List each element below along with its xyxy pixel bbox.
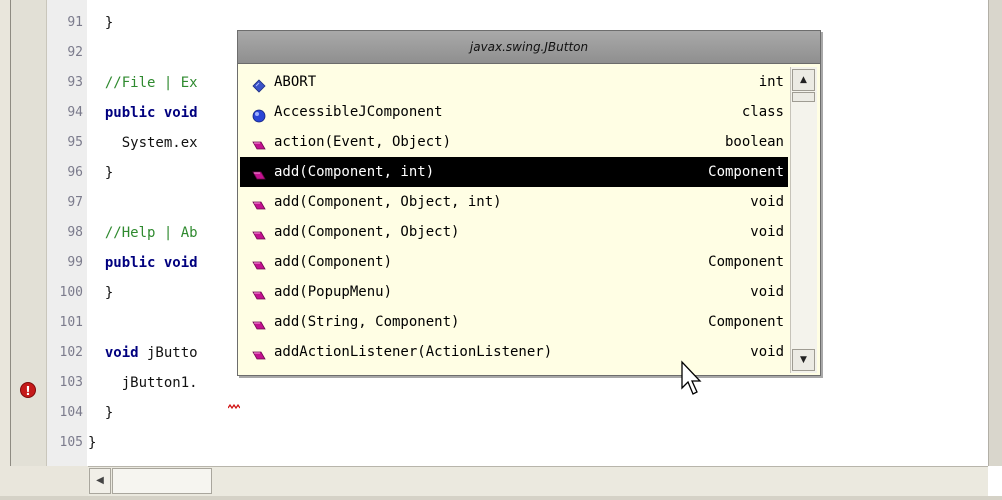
method-icon [252, 164, 266, 180]
completion-item-name: action(Event, Object) [274, 134, 452, 150]
code-token: } [88, 285, 114, 301]
vertical-scroll-thumb[interactable] [792, 92, 815, 102]
completion-item[interactable]: add(Component, Object, int) void [240, 187, 788, 217]
code-line[interactable]: void jButto [88, 338, 198, 368]
code-line[interactable]: //Help | Ab [88, 218, 198, 248]
completion-item-type: void [750, 344, 784, 360]
line-number: 103 [59, 375, 83, 390]
completion-item-type: void [750, 224, 784, 240]
code-token: } [88, 435, 97, 451]
code-token: jButton1. [88, 375, 198, 391]
mouse-pointer-icon [681, 360, 702, 395]
completion-item[interactable]: ABORT int [240, 67, 788, 97]
line-number: 99 [67, 255, 83, 270]
completion-item-name: addActionListener(ActionListener) [274, 344, 553, 360]
method-icon [252, 224, 266, 240]
completion-item-type: Component [708, 164, 784, 180]
completion-item-type: Component [708, 314, 784, 330]
code-token: public void [88, 105, 198, 121]
code-completion-popup[interactable]: javax.swing.JButton ABORT int AccessibleJC… [237, 30, 821, 376]
code-line[interactable]: public void [88, 248, 198, 278]
method-icon [252, 344, 266, 360]
method-icon [252, 194, 266, 210]
popup-title: javax.swing.JButton [238, 31, 820, 64]
code-token: //Help | Ab [88, 225, 198, 241]
line-number: 101 [59, 315, 83, 330]
completion-item-name: add(Component) [274, 254, 393, 270]
completion-item-type: boolean [724, 134, 784, 150]
completion-item[interactable]: AccessibleJComponent class [240, 97, 788, 127]
method-icon [252, 134, 266, 150]
completion-item-type: int [758, 74, 784, 90]
line-number: 97 [67, 195, 83, 210]
completion-item-name: add(Component, int) [274, 164, 435, 180]
horizontal-scrollbar[interactable]: ◀ [88, 466, 988, 497]
completion-item-type: void [750, 194, 784, 210]
scroll-left-button[interactable]: ◀ [89, 468, 111, 494]
completion-item[interactable]: addActionListener(ActionListener) void [240, 337, 788, 367]
line-number: 92 [67, 45, 83, 60]
completion-list[interactable]: ABORT int AccessibleJComponent class action(… [240, 67, 788, 373]
bottom-left-corner [0, 466, 88, 500]
line-number: 104 [59, 405, 83, 420]
code-line[interactable]: } [88, 158, 113, 188]
line-number: 102 [59, 345, 83, 360]
line-number: 105 [59, 435, 83, 450]
completion-item[interactable]: add(PopupMenu) void [240, 277, 788, 307]
completion-item-type: Component [708, 254, 784, 270]
editor-right-border [988, 0, 1002, 466]
line-number: 95 [67, 135, 83, 150]
method-icon [252, 284, 266, 300]
scroll-up-button[interactable]: ▲ [792, 69, 815, 91]
method-icon [252, 254, 266, 270]
completion-item[interactable]: add(String, Component) Component [240, 307, 788, 337]
completion-item-name: ABORT [274, 74, 317, 90]
completion-item-type: class [741, 104, 784, 120]
code-token: } [88, 165, 114, 181]
class-icon [252, 104, 266, 123]
completion-item-type: void [750, 284, 784, 300]
field-icon [252, 74, 266, 93]
line-number: 98 [67, 225, 83, 240]
completion-item[interactable]: action(Event, Object) boolean [240, 127, 788, 157]
completion-item[interactable]: add(Component, Object) void [240, 217, 788, 247]
horizontal-scroll-thumb[interactable] [112, 468, 212, 494]
code-token: System.ex [88, 135, 198, 151]
completion-item-name: add(String, Component) [274, 314, 460, 330]
code-line[interactable]: System.ex [88, 128, 198, 158]
code-token: public void [88, 255, 198, 271]
error-squiggle [228, 404, 240, 410]
line-number: 91 [67, 15, 83, 30]
line-number: 93 [67, 75, 83, 90]
completion-item-name: add(PopupMenu) [274, 284, 393, 300]
line-number: 100 [59, 285, 83, 300]
bottom-divider [0, 496, 1002, 500]
code-line[interactable]: jButton1. [88, 368, 198, 398]
editor-left-strip [0, 0, 11, 466]
code-line[interactable]: } [88, 278, 113, 308]
code-token: //File | Ex [88, 75, 198, 91]
code-token: } [88, 15, 114, 31]
line-number: 96 [67, 165, 83, 180]
code-line[interactable]: } [88, 398, 113, 428]
code-token: jButto [138, 345, 198, 361]
vertical-scrollbar[interactable]: ▲ ▼ [790, 67, 817, 373]
completion-item-name: add(Component, Object) [274, 224, 460, 240]
completion-item-name: AccessibleJComponent [274, 104, 443, 120]
code-token: void [88, 345, 139, 361]
error-icon[interactable]: ! [20, 382, 36, 398]
code-token: } [88, 405, 114, 421]
completion-item[interactable]: add(Component, int) Component [240, 157, 788, 187]
code-line[interactable]: //File | Ex [88, 68, 198, 98]
code-line[interactable]: public void [88, 98, 198, 128]
code-line[interactable]: } [88, 8, 113, 38]
line-number: 94 [67, 105, 83, 120]
method-icon [252, 314, 266, 330]
line-number-column: 91 92 93 94 95 96 97 98 99 100 101 102 103 104 105 [47, 0, 87, 466]
completion-item[interactable]: add(Component) Component [240, 247, 788, 277]
scroll-down-button[interactable]: ▼ [792, 349, 815, 371]
code-line[interactable]: } [88, 428, 96, 458]
completion-item-name: add(Component, Object, int) [274, 194, 502, 210]
